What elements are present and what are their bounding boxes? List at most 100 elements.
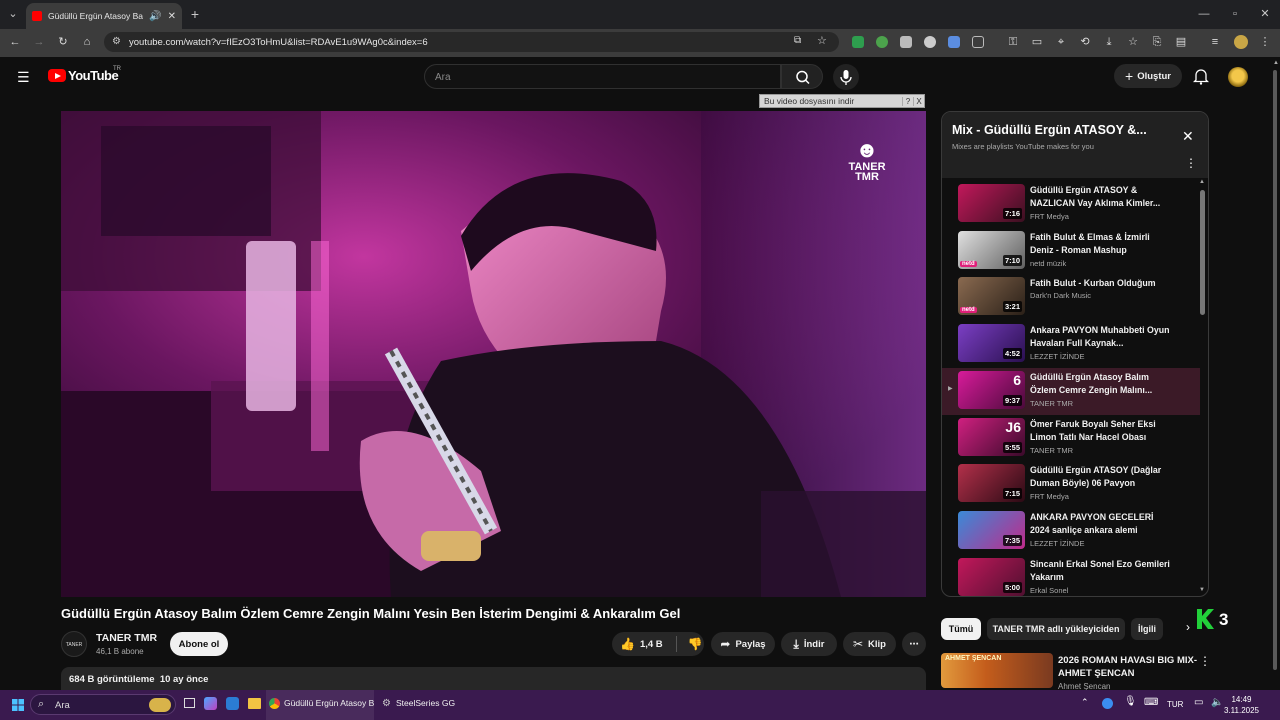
scroll-down-icon[interactable]: ▼ [1199,587,1205,593]
window-close-icon[interactable]: ✕ [1258,7,1272,21]
taskbar-app-steelseries-label[interactable]: SteelSeries GG [396,698,455,708]
playlist-item-title[interactable]: Fatih Bulut & Elmas & İzmirli Deniz - Ro… [1030,231,1170,257]
create-button[interactable]: + Oluştur [1114,64,1182,88]
tab-search-icon[interactable]: ⌄ [6,7,20,21]
playlist-item-thumbnail[interactable]: 4:52 [958,324,1025,363]
chip-related[interactable]: İlgili [1131,618,1163,640]
download-close-button[interactable]: X [913,96,924,106]
download-button[interactable]: ⤓ İndir [781,632,837,656]
notifications-bell-icon[interactable] [1192,67,1210,85]
volume-icon[interactable]: 🔈 [1211,697,1223,708]
playlist-item-thumbnail[interactable]: 6 9:37 [958,370,1025,409]
edge-tray-icon[interactable] [1102,698,1113,709]
playlist-item[interactable]: 5:00 Sincanlı Erkal Sonel Ezo Gemileri Ya… [942,555,1200,596]
minimize-icon[interactable]: — [1197,7,1211,21]
search-input[interactable] [435,70,765,84]
history-icon[interactable]: ⟲ [1078,35,1092,49]
video-download-bar[interactable]: Bu video dosyasını indir ? X [759,94,925,108]
playlist-item[interactable]: J6 5:55 Ömer Faruk Boyalı Seher Eksi Limon… [942,415,1200,462]
playlist-item-title[interactable]: Fatih Bulut - Kurban Olduğum [1030,277,1170,290]
page-scroll-thumb[interactable] [1273,70,1277,670]
playlist-item-title[interactable]: Ankara PAVYON Muhabbeti Oyun Havaları Fu… [1030,324,1170,350]
hamburger-menu-icon[interactable]: ☰ [17,69,30,86]
clip-button[interactable]: ✂ Klip [843,632,896,656]
channel-watermark[interactable]: ☻ TANER TMR [840,138,894,194]
recommendation-thumbnail[interactable]: AHMET ŞENCAN [941,653,1053,688]
browser-tab[interactable]: Güdüllü Ergün Atasoy Balım 🔊 ✕ [26,3,182,29]
extension-leaf-icon[interactable] [876,36,888,48]
playlist-item-thumbnail[interactable]: 7:35 [958,510,1025,549]
downloads-icon[interactable]: ⤓ [1102,35,1116,49]
playlist-item[interactable]: 4:52 Ankara PAVYON Muhabbeti Oyun Havalar… [942,321,1200,368]
playlist-item-thumbnail[interactable]: netd 7:10 [958,230,1025,269]
video-player[interactable]: ☻ TANER TMR [61,111,926,597]
tray-overflow-icon[interactable]: ⌃ [1081,697,1089,708]
playlist-item[interactable]: 7:16 Güdüllü Ergün ATASOY & NAZLICAN Vay … [942,181,1200,228]
channel-avatar[interactable]: TANER TMR [61,631,87,674]
split-screen-icon[interactable]: ▤ [1174,35,1188,49]
extension-blue-icon[interactable] [948,36,960,48]
more-actions-button[interactable]: ⋯ [902,632,926,656]
keyboard-icon[interactable]: ⌨ [1144,697,1158,708]
description-box[interactable]: 684 B görüntüleme 10 ay önce [61,667,926,691]
search-box[interactable] [424,64,781,89]
playlist-item[interactable]: 7:35 ANKARA PAVYON GECELERİ 2024 sanliçe … [942,508,1200,555]
playlist-item[interactable]: netd 7:10 Fatih Bulut & Elmas & İzmirli De… [942,228,1200,275]
reading-list-icon[interactable]: ≡ [1208,35,1222,49]
address-bar[interactable]: ⚙ youtube.com/watch?v=fIEzO3ToHmU&list=R… [104,32,839,52]
extension-car-icon[interactable] [900,36,912,48]
playlist-item-title[interactable]: Güdüllü Ergün Atasoy Balım Özlem Cemre Z… [1030,371,1170,397]
password-key-icon[interactable]: ⚿ [1006,35,1020,49]
playlist-scrollbar[interactable] [1200,190,1205,315]
profile-avatar-icon[interactable] [1234,35,1248,49]
page-scroll-up-icon[interactable]: ▲ [1273,60,1279,66]
download-help-button[interactable]: ? [902,96,913,106]
copilot-icon[interactable] [204,697,217,710]
voice-search-button[interactable] [833,64,859,90]
playlist-item[interactable]: 7:15 Güdüllü Ergün ATASOY (Dağlar Duman B… [942,461,1200,508]
page-scrollbar[interactable]: ▲ [1272,60,1279,690]
playlist-item[interactable]: ▶ 6 9:37 Güdüllü Ergün Atasoy Balım Özlem C… [942,367,1200,415]
file-explorer-icon[interactable] [248,698,261,709]
like-button[interactable]: 👍 1,4 B [620,637,663,651]
playlist-more-icon[interactable]: ⋮ [1185,156,1197,170]
playlist-item[interactable]: netd 3:21 Fatih Bulut - Kurban Olduğum Dark… [942,274,1200,321]
account-avatar[interactable] [1228,67,1248,87]
playlist-item-thumbnail[interactable]: 7:16 [958,184,1025,222]
playlist-item-title[interactable]: Ömer Faruk Boyalı Seher Eksi Limon Tatlı… [1030,418,1170,444]
reload-icon[interactable]: ↻ [56,35,70,49]
subscribe-button[interactable]: Abone ol [170,632,228,656]
browser-menu-icon[interactable]: ⋮ [1258,35,1272,49]
back-icon[interactable]: ← [8,35,22,49]
favorites-icon[interactable]: ☆ [1126,35,1140,49]
forward-icon[interactable]: → [32,35,46,49]
extension-green-icon[interactable] [852,36,864,48]
task-view-icon[interactable] [184,698,195,708]
home-icon[interactable]: ⌂ [80,35,94,49]
taskbar-search[interactable]: ⌕ Ara [30,694,176,715]
extensions-puzzle-icon[interactable] [972,36,984,48]
extension-block-icon[interactable] [924,36,936,48]
new-tab-icon[interactable]: + [188,7,202,21]
playlist-item-title[interactable]: Sincanlı Erkal Sonel Ezo Gemileri Yakarı… [1030,558,1170,584]
playlist-item-title[interactable]: Güdüllü Ergün ATASOY & NAZLICAN Vay Aklı… [1030,184,1170,210]
dislike-button[interactable]: 👎 [688,637,703,651]
playlist-close-icon[interactable]: ✕ [1182,128,1194,145]
bookmark-star-icon[interactable]: ☆ [817,34,827,47]
chip-all[interactable]: Tümü [941,618,981,640]
playlist-item-thumbnail[interactable]: netd 3:21 [958,277,1025,316]
chips-next-icon[interactable]: › [1186,620,1190,634]
audio-playing-icon[interactable]: 🔊 [149,11,161,22]
display-icon[interactable]: ▭ [1194,697,1203,708]
playlist-item-title[interactable]: Güdüllü Ergün ATASOY (Dağlar Duman Böyle… [1030,464,1170,490]
scroll-up-icon[interactable]: ▲ [1199,179,1205,185]
maximize-icon[interactable]: ▫ [1228,7,1242,21]
windows-start-icon[interactable] [12,698,24,711]
recommendation-title[interactable]: 2026 ROMAN HAVASI BIG MIX-AHMET ŞENCAN [1058,654,1198,680]
tab-close-icon[interactable]: ✕ [168,11,176,22]
taskbar-clock[interactable]: 14:49 3.11.2025 [1224,694,1259,716]
tray-mic-icon[interactable]: 🎙 [1124,696,1137,707]
install-app-icon[interactable]: ⧉ [794,35,801,46]
search-button[interactable] [781,64,823,89]
input-language[interactable]: TUR [1167,700,1183,709]
